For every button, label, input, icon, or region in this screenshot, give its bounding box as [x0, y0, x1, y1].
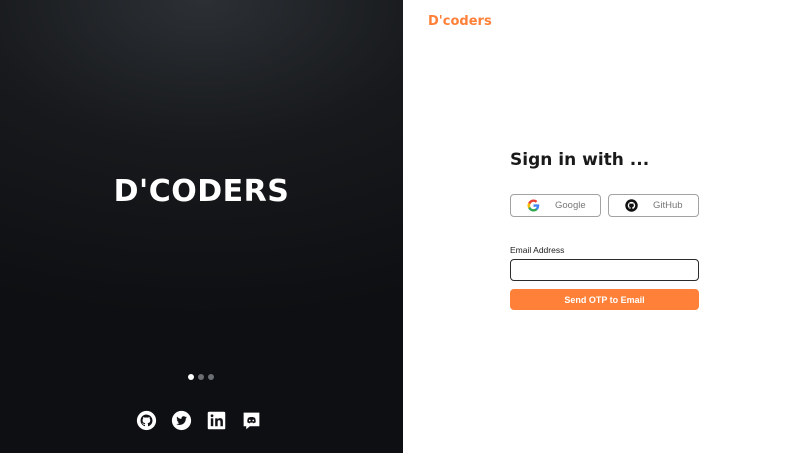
email-field[interactable] — [510, 259, 699, 281]
github-signin-button[interactable]: GitHub — [608, 194, 699, 217]
twitter-icon[interactable] — [171, 410, 192, 431]
carousel-dot[interactable] — [208, 374, 214, 380]
discord-icon[interactable] — [241, 410, 262, 431]
github-label: GitHub — [653, 200, 683, 211]
carousel-dot[interactable] — [198, 374, 204, 380]
google-label: Google — [555, 200, 586, 211]
github-icon — [625, 199, 638, 212]
social-links — [136, 410, 262, 431]
hero-title: D'CODERS — [113, 174, 290, 209]
google-signin-button[interactable]: Google — [510, 194, 601, 217]
carousel-dots — [188, 374, 214, 380]
signin-heading: Sign in with ... — [510, 150, 650, 170]
email-label: Email Address — [510, 245, 565, 255]
google-icon — [527, 199, 540, 212]
hero-panel: D'CODERS — [0, 0, 403, 453]
brand-logo[interactable]: D'coders — [428, 14, 492, 29]
send-otp-button[interactable]: Send OTP to Email — [510, 289, 699, 310]
linkedin-icon[interactable] — [206, 410, 227, 431]
github-icon[interactable] — [136, 410, 157, 431]
carousel-dot[interactable] — [188, 374, 194, 380]
signin-panel: D'coders Sign in with ... Google GitHub … — [403, 0, 806, 453]
